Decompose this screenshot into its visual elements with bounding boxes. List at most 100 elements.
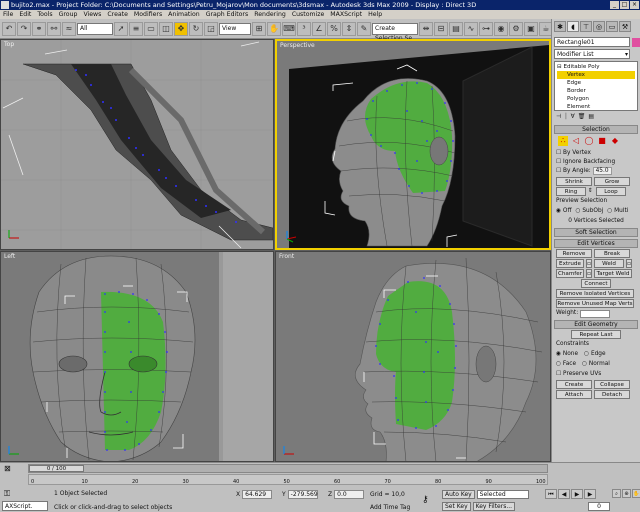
edit-geometry-rollout-header[interactable]: Edit Geometry [554,320,638,329]
pan-icon[interactable]: ✋ [632,489,640,498]
zoom-all-icon[interactable]: ⊕ [622,489,631,498]
stack-subobject-polygon[interactable]: Polygon [557,95,635,103]
stack-subobject-vertex[interactable]: Vertex [557,71,635,79]
time-slider[interactable]: 0 / 100 [28,464,548,473]
motion-tab-icon[interactable]: ◎ [593,21,605,32]
show-end-result-icon[interactable]: ⏐ [564,113,567,121]
selection-rollout-header[interactable]: Selection [554,125,638,134]
menu-item-modifiers[interactable]: Modifiers [131,10,165,19]
menu-item-rendering[interactable]: Rendering [251,10,289,19]
hierarchy-tab-icon[interactable]: ⊤ [580,21,592,32]
key-icon[interactable]: ⚷ [422,495,429,505]
utilities-tab-icon[interactable]: ⚒ [619,21,631,32]
break-button[interactable]: Break [594,249,630,258]
mirror-icon[interactable]: ⇹ [419,21,433,36]
constraint-normal-radio[interactable]: ○ Normal [582,360,610,369]
collapse-button[interactable]: Collapse [594,380,630,389]
polygon-level-icon[interactable]: ■ [597,136,607,146]
vertex-level-icon[interactable]: ∴ [558,136,568,146]
left-viewport[interactable]: Left [0,251,274,462]
repeat-last-button[interactable]: Repeat Last [571,330,621,339]
menu-item-animation[interactable]: Animation [165,10,203,19]
ignore-backfacing-checkbox[interactable]: ☐ Ignore Backfacing [556,158,636,167]
select-by-name-icon[interactable]: ≡ [129,21,143,36]
layer-manager-icon[interactable]: ▤ [449,21,463,36]
by-vertex-checkbox[interactable]: ☐ By Vertex [556,149,636,158]
window-crossing-icon[interactable]: ◫ [159,21,173,36]
weight-field[interactable] [580,309,611,318]
edit-named-selection-icon[interactable]: ✎ [357,21,371,36]
extrude-button[interactable]: Extrude [556,259,584,268]
z-field[interactable]: 0.0 [334,490,365,499]
chamfer-settings-icon[interactable]: ▫ [586,269,592,278]
named-selection-dropdown[interactable]: Create Selection Se [372,22,418,42]
keyboard-shortcut-icon[interactable]: ⌨ [282,21,296,36]
by-angle-checkbox[interactable]: ☐ By Angle: 45.0 [556,167,636,176]
select-scale-icon[interactable]: ◲ [204,21,218,36]
menu-item-tools[interactable]: Tools [34,10,55,19]
stack-subobject-border[interactable]: Border [557,87,635,95]
remove-unused-map-verts-button[interactable]: Remove Unused Map Verts [556,299,634,308]
connect-button[interactable]: Connect [581,279,611,288]
menu-item-edit[interactable]: Edit [16,10,34,19]
menu-item-file[interactable]: File [0,10,16,19]
soft-selection-rollout-header[interactable]: Soft Selection [554,228,638,237]
remove-button[interactable]: Remove [556,249,592,258]
menu-item-create[interactable]: Create [104,10,131,19]
detach-button[interactable]: Detach [594,390,630,399]
auto-key-button[interactable]: Auto Key [442,490,475,499]
menu-item-graph-editors[interactable]: Graph Editors [203,10,251,19]
key-mode-dropdown[interactable]: Selected [476,490,529,499]
unlink-icon[interactable]: ⚯ [47,21,61,36]
select-rotate-icon[interactable]: ↻ [189,21,203,36]
configure-modifier-sets-icon[interactable]: ▤ [588,113,594,121]
front-viewport[interactable]: Front [275,251,551,462]
render-setup-icon[interactable]: ⚙ [509,21,523,36]
grow-button[interactable]: Grow [594,177,630,186]
pin-stack-icon[interactable]: ⊣ [556,113,561,121]
minimize-button[interactable]: _ [610,1,619,9]
ring-spinner-icon[interactable]: ⇕ [588,187,594,196]
percent-snap-icon[interactable]: % [327,21,341,36]
schematic-view-icon[interactable]: ⊶ [479,21,493,36]
mini-curve-editor-icon[interactable]: ⊠ [4,464,11,473]
ref-coord-dropdown[interactable]: View [219,22,251,35]
chamfer-button[interactable]: Chamfer [556,269,584,278]
y-field[interactable]: -279.569 [287,490,318,499]
make-unique-icon[interactable]: ∀ [571,113,575,121]
preview-off-radio[interactable]: ◉ Off [556,207,571,216]
next-frame-icon[interactable]: ▶ [584,489,596,499]
selection-lock-icon[interactable]: ⚿ [4,489,10,499]
select-object-icon[interactable]: ➚ [114,21,128,36]
constraint-edge-radio[interactable]: ○ Edge [584,350,606,359]
rect-selection-icon[interactable]: ▭ [144,21,158,36]
zoom-icon[interactable]: ⌕ [612,489,621,498]
object-color-swatch[interactable] [632,38,640,47]
loop-button[interactable]: Loop [596,187,626,196]
viewport-label-perspective[interactable]: Perspective [280,42,315,49]
object-name-field[interactable]: Rectangle01 [554,37,640,47]
stack-subobject-element[interactable]: Element [557,103,635,111]
time-slider-thumb[interactable]: 0 / 100 [29,465,84,472]
set-key-button[interactable]: Set Key [442,502,471,511]
extrude-settings-icon[interactable]: ▫ [586,259,592,268]
track-bar[interactable]: 0 10 20 30 40 50 60 70 80 90 100 [28,474,548,485]
edit-vertices-rollout-header[interactable]: Edit Vertices [554,239,638,248]
redo-icon[interactable]: ↷ [17,21,31,36]
ring-button[interactable]: Ring [556,187,586,196]
constraint-face-radio[interactable]: ○ Face [556,360,576,369]
material-editor-icon[interactable]: ◉ [494,21,508,36]
preview-multi-radio[interactable]: ○ Multi [607,207,628,216]
render-frame-icon[interactable]: ▣ [524,21,538,36]
by-angle-value[interactable]: 45.0 [592,167,612,175]
weld-settings-icon[interactable]: ▫ [626,259,632,268]
goto-start-icon[interactable]: ⏮ [545,489,557,499]
modify-tab-icon[interactable]: ◖ [567,21,579,32]
constraint-none-radio[interactable]: ◉ None [556,350,578,359]
perspective-viewport[interactable]: Perspective [275,39,551,250]
select-move-icon[interactable]: ✥ [174,21,188,36]
menu-item-customize[interactable]: Customize [289,10,327,19]
close-button[interactable]: × [630,1,639,9]
modifier-list-dropdown[interactable]: Modifier List [554,49,630,59]
selection-filter-dropdown[interactable]: All [77,22,113,35]
